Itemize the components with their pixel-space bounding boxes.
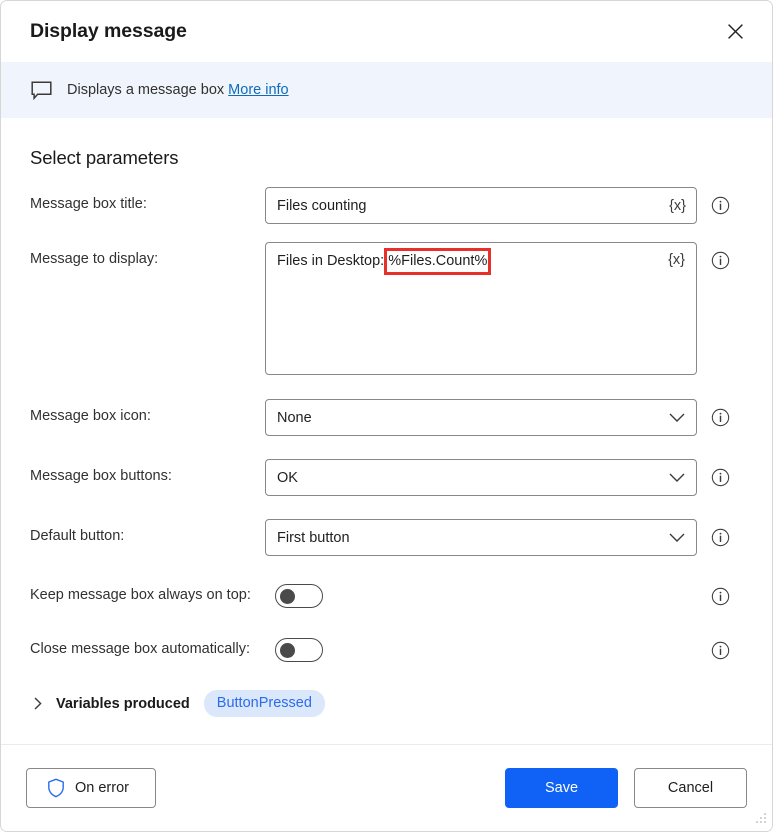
label-close-automatically: Close message box automatically: xyxy=(30,641,251,657)
save-button[interactable]: Save xyxy=(505,768,618,808)
message-to-display-value: Files in Desktop: %Files.Count% xyxy=(277,248,688,275)
on-error-button[interactable]: On error xyxy=(26,768,156,808)
highlighted-variable: %Files.Count% xyxy=(384,248,492,275)
variables-produced-section: Variables produced ButtonPressed xyxy=(30,690,743,717)
info-icon[interactable] xyxy=(711,528,730,547)
info-icon[interactable] xyxy=(711,641,730,660)
chevron-down-icon xyxy=(669,413,685,422)
message-box-icon xyxy=(30,79,52,101)
row-message-box-title: Message box title: Files counting {x} xyxy=(30,187,743,224)
variable-pill-buttonpressed[interactable]: ButtonPressed xyxy=(203,690,325,717)
row-message-box-buttons: Message box buttons: OK xyxy=(30,459,743,496)
toggle-knob xyxy=(280,588,295,604)
message-box-buttons-value: OK xyxy=(277,469,298,486)
toggle-knob xyxy=(280,642,295,658)
row-close-automatically: Close message box automatically: xyxy=(30,632,743,662)
section-title: Select parameters xyxy=(30,147,179,168)
message-box-icon-value: None xyxy=(277,409,312,426)
close-icon xyxy=(727,24,743,39)
chevron-down-icon xyxy=(669,533,685,542)
label-message-box-icon: Message box icon: xyxy=(30,408,151,424)
row-message-to-display: Message to display: Files in Desktop: %F… xyxy=(30,242,743,375)
row-default-button: Default button: First button xyxy=(30,519,743,556)
label-default-button: Default button: xyxy=(30,528,125,544)
message-box-title-input[interactable]: Files counting {x} xyxy=(265,187,697,224)
default-button-value: First button xyxy=(277,529,350,546)
keep-on-top-toggle[interactable] xyxy=(275,584,323,608)
info-icon[interactable] xyxy=(711,251,730,270)
banner-description: Displays a message box xyxy=(67,82,225,98)
message-box-icon-dropdown[interactable]: None xyxy=(265,399,697,436)
info-icon[interactable] xyxy=(711,468,730,487)
message-box-title-value: Files counting xyxy=(277,197,367,214)
info-banner: Displays a message box More info xyxy=(1,62,772,118)
message-to-display-textarea[interactable]: Files in Desktop: %Files.Count% {x} xyxy=(265,242,697,375)
dialog-body: Select parameters Message box title: Fil… xyxy=(1,118,772,744)
dialog-title: Display message xyxy=(30,20,187,42)
info-icon[interactable] xyxy=(711,408,730,427)
label-message-box-title: Message box title: xyxy=(30,196,147,212)
variable-picker-icon[interactable]: {x} xyxy=(666,252,687,268)
chevron-down-icon xyxy=(669,473,685,482)
shield-icon xyxy=(48,778,64,798)
variable-picker-icon[interactable]: {x} xyxy=(667,198,688,214)
close-button[interactable] xyxy=(716,13,754,51)
row-message-box-icon: Message box icon: None xyxy=(30,399,743,436)
display-message-dialog: Display message Displays a message box M… xyxy=(0,0,773,832)
message-box-buttons-dropdown[interactable]: OK xyxy=(265,459,697,496)
info-icon[interactable] xyxy=(711,587,730,606)
close-automatically-toggle[interactable] xyxy=(275,638,323,662)
default-button-dropdown[interactable]: First button xyxy=(265,519,697,556)
label-message-box-buttons: Message box buttons: xyxy=(30,468,172,484)
resize-grip-icon[interactable] xyxy=(754,813,767,826)
on-error-label: On error xyxy=(75,780,129,796)
more-info-link[interactable]: More info xyxy=(228,82,288,98)
label-message-to-display: Message to display: xyxy=(30,251,159,267)
dialog-footer: On error Save Cancel xyxy=(1,744,772,831)
variables-produced-label[interactable]: Variables produced xyxy=(56,696,190,712)
label-keep-on-top: Keep message box always on top: xyxy=(30,587,251,603)
dialog-titlebar: Display message xyxy=(1,1,772,62)
cancel-button[interactable]: Cancel xyxy=(634,768,747,808)
row-keep-on-top: Keep message box always on top: xyxy=(30,578,743,608)
message-text-prefix: Files in Desktop: xyxy=(277,253,389,269)
chevron-right-icon[interactable] xyxy=(30,697,46,710)
info-icon[interactable] xyxy=(711,196,730,215)
